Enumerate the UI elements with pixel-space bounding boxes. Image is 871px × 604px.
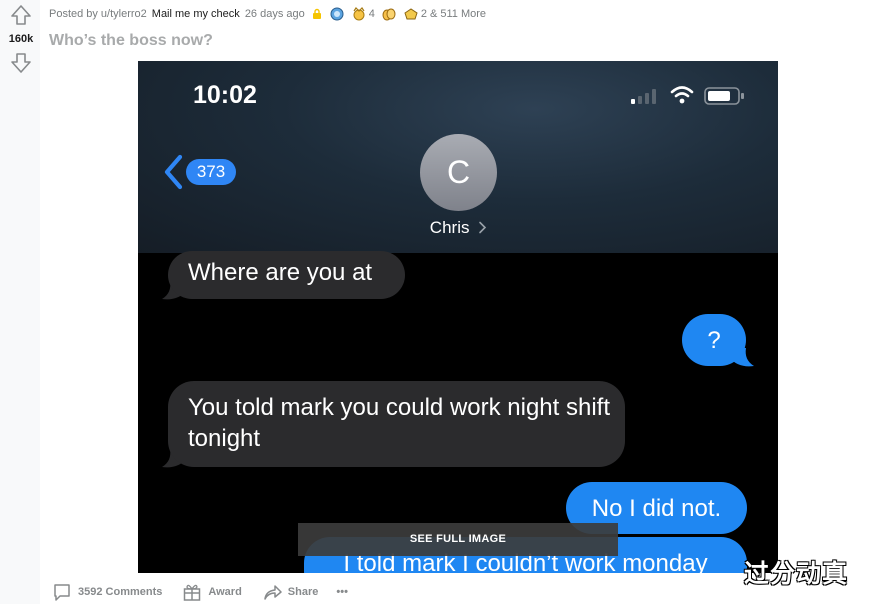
vote-column: 160k (0, 0, 40, 604)
chevron-right-icon (479, 221, 487, 234)
clapping-hands-icon[interactable] (381, 7, 397, 21)
message-bubble-sent: ? (682, 314, 746, 366)
award-count: 2 (420, 8, 427, 20)
watermark-text: 过分动真 (744, 560, 849, 588)
message-bubble-received: Where are you at (168, 251, 405, 299)
vote-score: 160k (8, 33, 34, 45)
comments-button[interactable]: 3592 Comments (52, 582, 162, 602)
award-icon[interactable] (329, 7, 345, 21)
share-arrow-icon (264, 585, 282, 600)
award-label: Award (208, 586, 242, 598)
wifi-icon (670, 86, 694, 104)
posted-by-label: Posted by (49, 8, 98, 20)
award-button[interactable]: Award (182, 582, 242, 602)
user-flair: Mail me my check (151, 8, 240, 20)
share-label: Share (287, 586, 319, 598)
cell-signal-icon (631, 89, 656, 104)
battery-icon (704, 87, 744, 105)
comments-label: 3592 Comments (78, 586, 163, 598)
share-button[interactable]: Share (262, 582, 319, 602)
upvote-arrow-icon[interactable] (10, 4, 32, 26)
downvote-arrow-icon[interactable] (10, 52, 32, 74)
status-bar-clock: 10:02 (193, 81, 257, 109)
contact-name[interactable]: Chris (420, 218, 497, 238)
post-title[interactable]: Who’s the boss now? (49, 32, 213, 50)
messages-header: 10:02 373 C Chris (138, 61, 778, 253)
award-icon[interactable] (351, 7, 367, 21)
message-bubble-received: You told mark you could work night shift… (168, 381, 625, 467)
more-awards-link[interactable]: & 511 More (430, 8, 486, 20)
post-image[interactable]: 10:02 373 C Chris Where are you at ? You… (138, 61, 778, 573)
lock-icon (312, 8, 321, 19)
award-icon[interactable] (403, 7, 419, 21)
more-options-icon: ••• (336, 586, 348, 598)
contact-name-label: Chris (429, 218, 470, 237)
unread-count-badge: 373 (186, 159, 236, 185)
post-meta: Posted by u/tylerro2 Mail me my check 26… (49, 6, 486, 22)
chevron-left-icon (164, 154, 183, 190)
see-full-image-button[interactable]: SEE FULL IMAGE (298, 523, 618, 556)
gift-icon (184, 584, 201, 601)
award-count: 4 (368, 8, 375, 20)
author-link[interactable]: u/tylerro2 (101, 8, 147, 20)
comment-icon (54, 584, 70, 601)
more-options-button[interactable]: ••• (336, 586, 348, 598)
post-actions-bar: 3592 Comments Award Share ••• (52, 580, 348, 604)
contact-avatar[interactable]: C (420, 134, 497, 211)
post-time[interactable]: 26 days ago (245, 8, 305, 20)
back-button[interactable]: 373 (162, 154, 242, 190)
